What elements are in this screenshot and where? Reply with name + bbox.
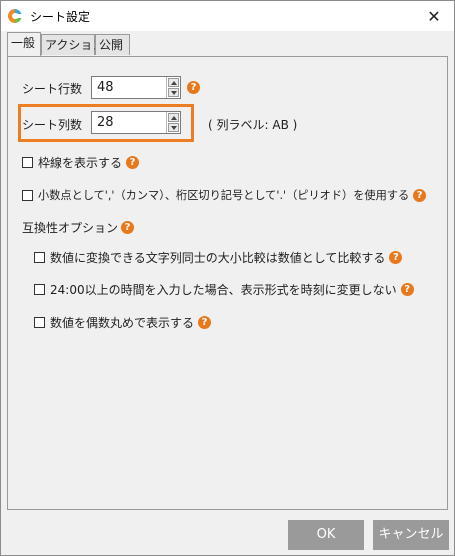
close-icon[interactable]: ✕: [414, 1, 454, 31]
time-format-label: 24:00以上の時間を入力した場合、表示形式を時刻に変更しない: [50, 283, 397, 297]
help-icon[interactable]: ?: [126, 156, 140, 169]
gridlines-label: 枠線を表示する: [38, 156, 123, 170]
decimal-checkbox[interactable]: [22, 189, 33, 201]
row-count-label: シート行数: [22, 82, 83, 96]
help-icon[interactable]: ?: [400, 283, 414, 296]
app-logo-icon: [8, 9, 22, 23]
row-count-value[interactable]: 48: [97, 80, 114, 95]
numeric-compare-checkbox[interactable]: [34, 252, 45, 263]
window-title: シート設定: [30, 10, 91, 24]
arrow-up-icon: [171, 116, 177, 120]
bankers-rounding-label: 数値を偶数丸めで表示する: [50, 316, 195, 330]
sheet-settings-dialog: シート設定 ✕ 一般 アクション 公開 シート行数 48 ? シート列数 28 …: [0, 0, 455, 556]
col-count-stepper[interactable]: 28: [91, 111, 181, 134]
tab-publish[interactable]: 公開: [95, 34, 130, 55]
tab-general[interactable]: 一般: [7, 32, 41, 56]
arrow-up-icon: [171, 81, 177, 85]
help-icon[interactable]: ?: [413, 188, 427, 202]
row-count-down-button[interactable]: [168, 88, 179, 97]
decimal-option[interactable]: 小数点として','（カンマ）、桁区切り記号として'.'（ピリオド）を使用する ?: [22, 187, 427, 203]
col-count-up-button[interactable]: [168, 113, 179, 122]
decimal-label: 小数点として','（カンマ）、桁区切り記号として'.'（ピリオド）を使用する: [38, 189, 410, 202]
numeric-compare-label: 数値に変換できる文字列同士の大小比較は数値として比較する: [50, 251, 386, 265]
help-icon[interactable]: ?: [389, 251, 403, 264]
col-label-info: ( 列ラベル: AB ): [208, 118, 298, 132]
arrow-down-icon: [171, 126, 177, 130]
arrow-down-icon: [171, 91, 177, 95]
compat-option-numeric-compare[interactable]: 数値に変換できる文字列同士の大小比較は数値として比較する ?: [34, 249, 403, 266]
bankers-rounding-checkbox[interactable]: [34, 317, 45, 328]
compat-option-time-format[interactable]: 24:00以上の時間を入力した場合、表示形式を時刻に変更しない ?: [34, 281, 414, 298]
help-icon[interactable]: ?: [187, 81, 200, 94]
gridlines-option[interactable]: 枠線を表示する ?: [22, 154, 140, 171]
ok-button[interactable]: OK: [288, 520, 364, 550]
row-count-stepper[interactable]: 48: [91, 76, 181, 99]
gridlines-checkbox[interactable]: [22, 157, 33, 168]
col-count-label: シート列数: [22, 118, 83, 132]
time-format-checkbox[interactable]: [34, 284, 45, 295]
tab-action[interactable]: アクション: [41, 34, 104, 55]
title-bar: シート設定 ✕: [1, 1, 454, 31]
help-icon[interactable]: ?: [198, 316, 212, 329]
compat-heading: 互換性オプション ?: [22, 219, 135, 236]
col-count-value[interactable]: 28: [97, 115, 114, 130]
compat-option-bankers-rounding[interactable]: 数値を偶数丸めで表示する ?: [34, 314, 212, 331]
row-count-up-button[interactable]: [168, 78, 179, 87]
col-count-down-button[interactable]: [168, 123, 179, 132]
cancel-button[interactable]: キャンセル: [373, 520, 449, 550]
help-icon[interactable]: ?: [121, 221, 135, 234]
